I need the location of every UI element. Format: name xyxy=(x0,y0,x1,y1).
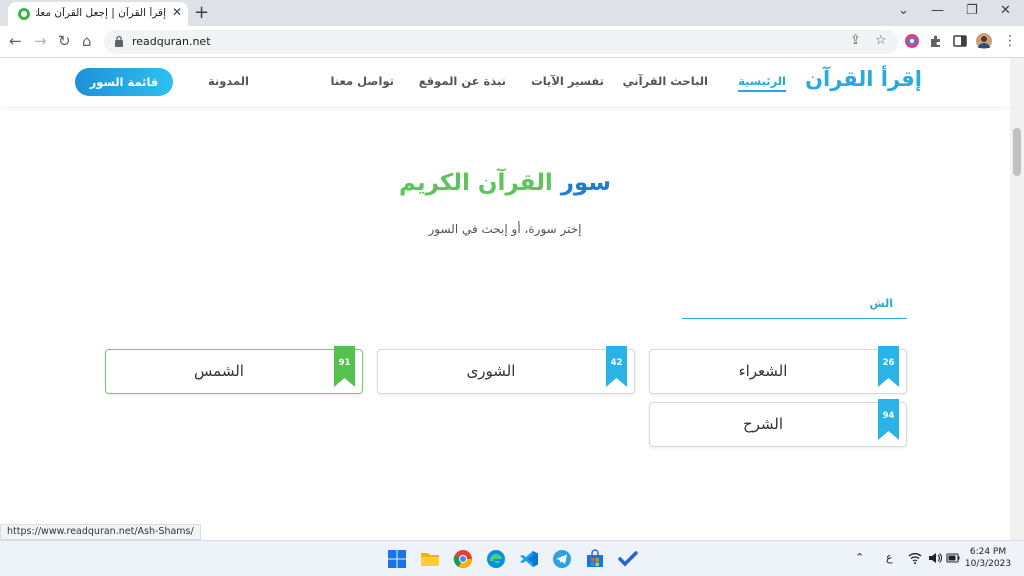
surah-list-button[interactable]: قائمة السور xyxy=(75,68,173,96)
surah-number: 94 xyxy=(882,411,895,421)
site-favicon-icon xyxy=(18,8,30,20)
edge-icon[interactable] xyxy=(486,549,506,569)
surah-name: الشمس xyxy=(194,362,244,380)
chrome-icon[interactable] xyxy=(453,549,473,569)
system-clock[interactable]: 6:24 PM 10/3/2023 xyxy=(958,546,1018,570)
page-subtitle: إختر سورة، أو إبحث في السور xyxy=(428,222,582,236)
page-title-part2: القرآن الكريم xyxy=(398,170,553,196)
profile-avatar[interactable] xyxy=(976,33,992,49)
tray-overflow-icon[interactable]: ⌃ xyxy=(855,551,864,564)
nav-blog[interactable]: المدونة xyxy=(208,74,249,88)
tab-close-icon[interactable]: ✕ xyxy=(172,5,182,19)
windows-taskbar: ⌃ ع 6:24 PM 10/3/2023 xyxy=(0,540,1024,576)
todo-checkmark-icon[interactable] xyxy=(618,549,638,569)
side-panel-icon[interactable] xyxy=(952,33,968,49)
share-icon[interactable]: ⇪ xyxy=(850,33,861,48)
browser-tab-strip: إقرأ القرآن | إجعل القرآن معك في كل مكان… xyxy=(0,0,1024,26)
new-tab-button[interactable]: + xyxy=(194,2,209,23)
clock-time: 6:24 PM xyxy=(969,547,1007,557)
nav-contact[interactable]: تواصل معنا xyxy=(331,74,394,88)
windows-start-icon[interactable] xyxy=(387,549,407,569)
volume-icon[interactable] xyxy=(928,551,942,565)
surah-card[interactable]: الشعراء 26 xyxy=(649,346,907,394)
surah-number: 26 xyxy=(882,358,895,368)
surah-name: الشورى xyxy=(466,362,516,380)
reload-button[interactable]: ↻ xyxy=(58,32,71,50)
nav-quran-search[interactable]: الباحث القرآني xyxy=(623,74,708,88)
site-logo[interactable]: إقرأ القرآن xyxy=(805,67,922,91)
link-status-bubble: https://www.readquran.net/Ash-Shams/ xyxy=(0,524,201,540)
site-header: إقرأ القرآن الرئيسية الباحث القرآني تفسي… xyxy=(0,58,1010,106)
extensions-puzzle-icon[interactable] xyxy=(928,33,944,49)
page-scrollbar[interactable] xyxy=(1010,58,1024,540)
address-bar[interactable]: readquran.net ⇪ ☆ xyxy=(104,30,898,54)
keyboard-language-indicator[interactable]: ع xyxy=(886,551,893,564)
url-text: readquran.net xyxy=(132,35,211,48)
tab-search-icon[interactable]: ⌄ xyxy=(898,3,909,18)
vscode-icon[interactable] xyxy=(519,549,539,569)
restore-button[interactable]: ❐ xyxy=(966,3,978,18)
surah-card[interactable]: الشمس 91 xyxy=(105,346,363,394)
nav-home[interactable]: الرئيسية xyxy=(738,74,786,92)
wifi-icon[interactable] xyxy=(908,551,922,565)
telegram-icon[interactable] xyxy=(552,549,572,569)
browser-menu-icon[interactable]: ⋮ xyxy=(1003,33,1017,49)
nav-tafsir[interactable]: تفسير الآيات xyxy=(531,74,604,88)
surah-search-input[interactable] xyxy=(682,288,907,319)
surah-card[interactable]: الشرح 94 xyxy=(649,399,907,447)
surah-card[interactable]: الشورى 42 xyxy=(377,346,635,394)
scrollbar-thumb[interactable] xyxy=(1013,128,1021,176)
microsoft-store-icon[interactable] xyxy=(585,549,605,569)
surah-name: الشرح xyxy=(742,415,784,433)
page-title-part1: سور xyxy=(560,170,612,196)
surah-name: الشعراء xyxy=(738,362,788,380)
lock-icon[interactable] xyxy=(114,35,124,47)
home-button[interactable]: ⌂ xyxy=(82,32,92,50)
page-title: سور القرآن الكريم xyxy=(0,170,1010,196)
back-button[interactable]: ← xyxy=(9,32,22,50)
color-extension-icon[interactable] xyxy=(904,33,920,49)
forward-button[interactable]: → xyxy=(34,32,47,50)
clock-date: 10/3/2023 xyxy=(964,559,1012,569)
browser-tab[interactable]: إقرأ القرآن | إجعل القرآن معك في كل مكان… xyxy=(8,2,188,26)
nav-about[interactable]: نبذة عن الموقع xyxy=(419,74,506,88)
browser-toolbar: ← → ↻ ⌂ readquran.net ⇪ ☆ ⋮ xyxy=(0,26,1024,58)
minimize-button[interactable]: — xyxy=(931,3,944,18)
surah-number: 42 xyxy=(610,358,623,368)
file-explorer-icon[interactable] xyxy=(420,549,440,569)
surah-number: 91 xyxy=(338,358,351,368)
close-window-button[interactable]: ✕ xyxy=(1000,3,1011,18)
tab-title: إقرأ القرآن | إجعل القرآن معك في كل مكان xyxy=(36,7,166,19)
bookmark-star-icon[interactable]: ☆ xyxy=(875,33,887,48)
